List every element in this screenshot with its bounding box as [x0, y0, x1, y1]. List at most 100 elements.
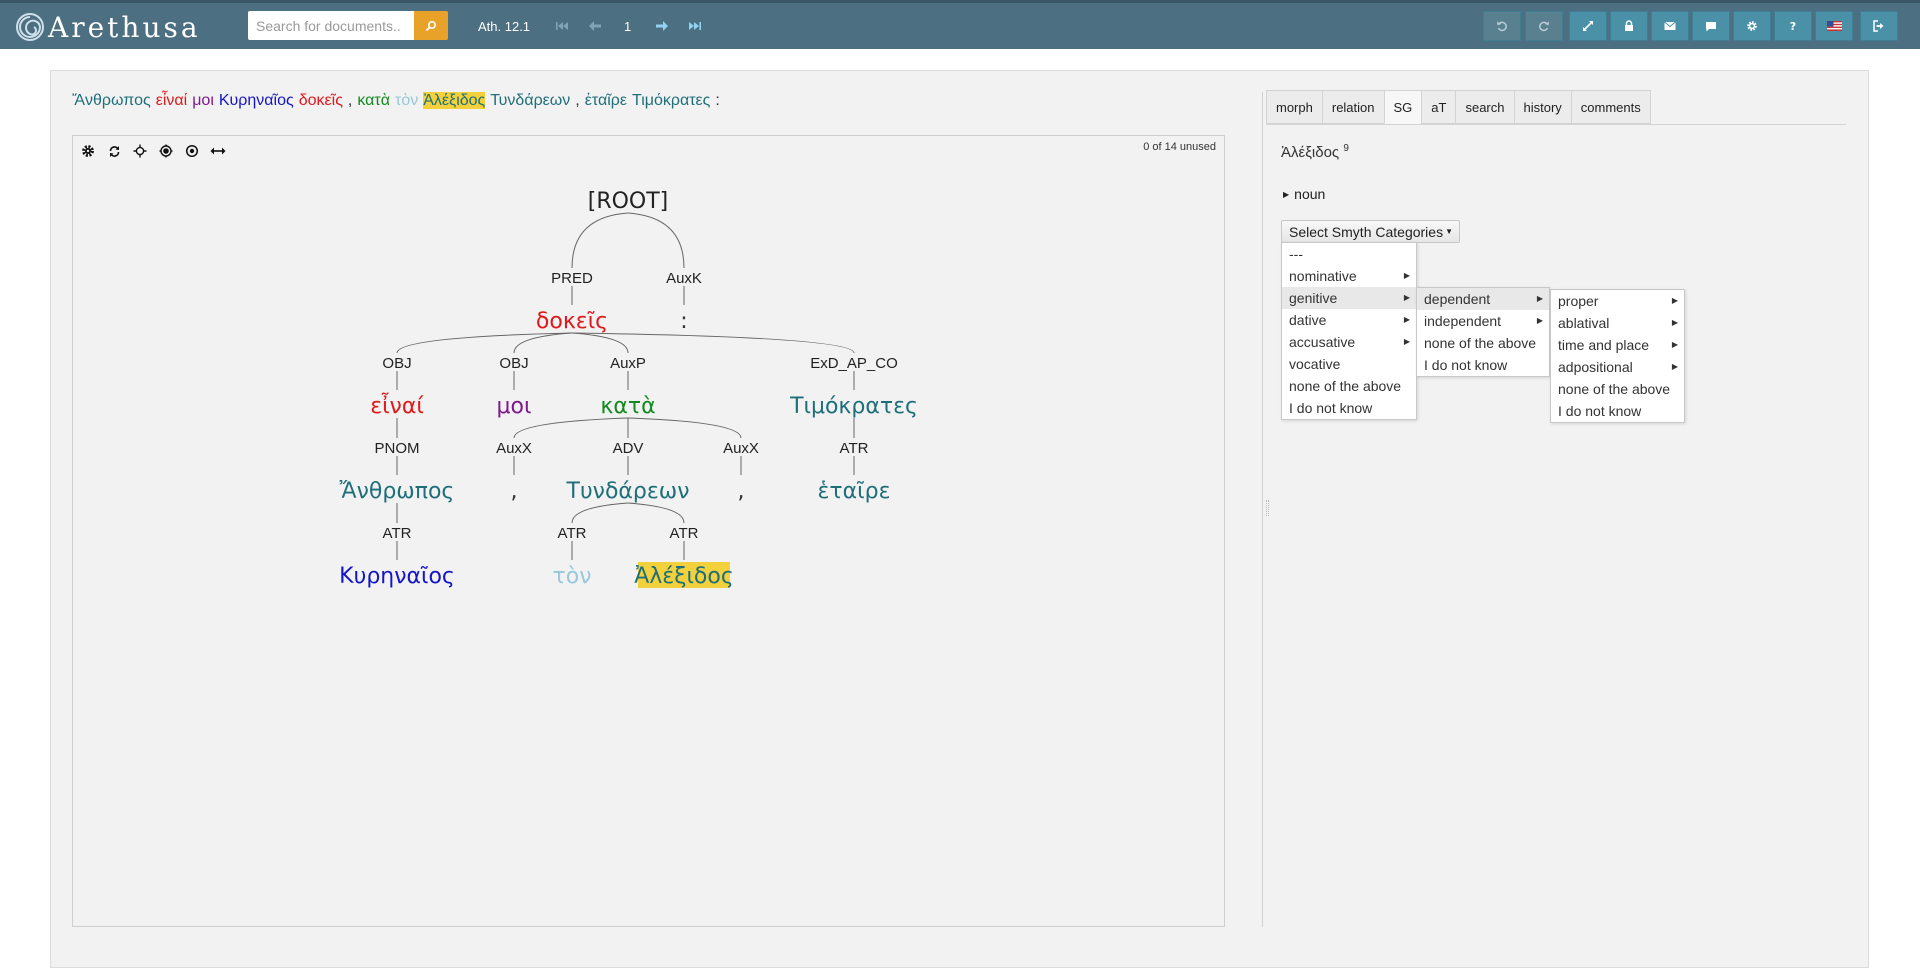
tree-relation-label[interactable]: OBJ	[382, 355, 411, 372]
tab-history[interactable]: history	[1513, 90, 1571, 124]
logo[interactable]: Arethusa	[14, 10, 201, 44]
language-button[interactable]	[1815, 11, 1853, 41]
dependency-tree-panel[interactable]: 0 of 14 unused [ROOT] PRED δοκεῖς AuxK: OBJ ε…	[72, 135, 1225, 927]
tree-node-word[interactable]: Ἀλέξιδος	[634, 564, 734, 589]
tree-relation-label[interactable]: AuxX	[723, 440, 759, 457]
tree-node-word[interactable]: :	[680, 309, 687, 334]
lock-button[interactable]	[1610, 11, 1648, 41]
sentence-word[interactable]: τὸν	[395, 92, 418, 109]
tree-relation-label[interactable]: ATR	[383, 525, 412, 542]
sentence-word[interactable]: ἑταῖρε	[585, 92, 627, 109]
tree-node-word[interactable]: Τυνδάρεων	[566, 479, 690, 504]
tab-relation[interactable]: relation	[1321, 90, 1384, 124]
tree-node-word[interactable]: μοι	[497, 394, 532, 419]
page-number[interactable]: 1	[624, 19, 631, 34]
sentence-word[interactable]: Ἀλέξιδος	[423, 92, 486, 109]
mail-button[interactable]	[1651, 11, 1689, 41]
smyth-menu-level-2: dependent ▶ independent ▶ none of the above I…	[1416, 287, 1550, 377]
tree-node-word[interactable]: τὸν	[553, 564, 592, 589]
menu-item[interactable]: dative ▶	[1282, 309, 1416, 331]
tab-morph[interactable]: morph	[1266, 90, 1322, 124]
gear-icon	[1747, 21, 1757, 31]
tree-relation-label[interactable]: ADV	[613, 440, 644, 457]
sentence-word[interactable]: μοι	[192, 92, 214, 109]
expand-button[interactable]	[1569, 11, 1607, 41]
tree-relation-label[interactable]: OBJ	[499, 355, 528, 372]
tree-relation-label[interactable]: ATR	[558, 525, 587, 542]
menu-item[interactable]: proper ▶	[1551, 290, 1684, 312]
smyth-menu-level-3: proper ▶ ablatival ▶ time and place ▶ adpositi…	[1550, 289, 1685, 423]
undo-icon	[1497, 21, 1507, 32]
sentence-word[interactable]: ,	[575, 92, 579, 109]
first-page-button[interactable]	[552, 16, 572, 36]
tree-node-word[interactable]: δοκεῖς	[536, 309, 608, 334]
sentence-word[interactable]: ,	[348, 92, 352, 109]
tree-relation-label[interactable]: AuxK	[666, 270, 702, 287]
menu-item[interactable]: ablatival ▶	[1551, 312, 1684, 334]
sentence-word[interactable]: Τιμόκρατες	[632, 92, 710, 109]
menu-item[interactable]: I do not know	[1551, 400, 1684, 422]
settings-button[interactable]	[1733, 11, 1771, 41]
tabs-underline	[1266, 124, 1846, 125]
menu-item[interactable]: I do not know	[1282, 397, 1416, 419]
top-bar: Arethusa Ath. 12.1 1 ?	[0, 0, 1920, 49]
tab-comments[interactable]: comments	[1570, 90, 1651, 124]
menu-item[interactable]: time and place ▶	[1551, 334, 1684, 356]
menu-item[interactable]: none of the above	[1417, 332, 1549, 354]
tree-relation-label[interactable]: ATR	[670, 525, 699, 542]
menu-item[interactable]: dependent ▶	[1417, 288, 1549, 310]
sentence-word[interactable]: :	[715, 92, 719, 109]
menu-item[interactable]: none of the above	[1551, 378, 1684, 400]
tree-node-word[interactable]: ,	[511, 479, 518, 504]
tree-node-word[interactable]: Κυρηναῖος	[339, 564, 455, 589]
sentence-word[interactable]: Τυνδάρεων	[490, 92, 570, 109]
menu-item[interactable]: nominative ▶	[1282, 265, 1416, 287]
tab-search[interactable]: search	[1455, 90, 1514, 124]
prev-page-button[interactable]	[585, 16, 605, 36]
tree-relation-label[interactable]: AuxX	[496, 440, 532, 457]
sentence-word[interactable]: κατὰ	[357, 92, 390, 109]
sentence-word[interactable]: δοκεῖς	[299, 92, 343, 109]
menu-item-label: ablatival	[1558, 315, 1610, 331]
tab-at[interactable]: aT	[1421, 90, 1456, 124]
menu-item[interactable]: accusative ▶	[1282, 331, 1416, 353]
tree-relation-label[interactable]: ExD_AP_CO	[810, 355, 898, 372]
menu-item[interactable]: independent ▶	[1417, 310, 1549, 332]
menu-item[interactable]: genitive ▶	[1282, 287, 1416, 309]
menu-item[interactable]: ---	[1282, 243, 1416, 265]
next-page-button[interactable]	[652, 16, 672, 36]
last-page-icon	[689, 22, 701, 30]
tree-node-word[interactable]: ,	[738, 479, 745, 504]
tree-node-word[interactable]: εἶναί	[370, 392, 424, 419]
search-input[interactable]	[248, 11, 414, 40]
tree-node-word[interactable]: Ἄνθρωπος	[340, 479, 455, 504]
tree-relation-label[interactable]: AuxP	[610, 355, 646, 372]
last-page-button[interactable]	[685, 16, 705, 36]
menu-item[interactable]: vocative	[1282, 353, 1416, 375]
resize-handle[interactable]	[1266, 500, 1269, 516]
sentence-word[interactable]: Κυρηναῖος	[219, 92, 294, 109]
tab-sg[interactable]: SG	[1383, 90, 1422, 124]
smyth-categories-select[interactable]: Select Smyth Categories ▼	[1281, 220, 1460, 243]
sentence-word[interactable]: εἶναί	[156, 92, 188, 109]
logout-button[interactable]	[1860, 11, 1898, 41]
help-button[interactable]: ?	[1774, 11, 1812, 41]
mail-icon	[1664, 21, 1676, 30]
tree-node-word[interactable]: κατὰ	[600, 394, 655, 419]
tree-relation-label[interactable]: PRED	[551, 270, 593, 287]
pos-toggle[interactable]: ▶ noun	[1283, 186, 1325, 202]
flag-icon	[1826, 21, 1842, 31]
menu-item[interactable]: none of the above	[1282, 375, 1416, 397]
menu-item[interactable]: I do not know	[1417, 354, 1549, 376]
sentence-word[interactable]: Ἄνθρωπος	[72, 92, 151, 109]
undo-button[interactable]	[1483, 11, 1521, 41]
comment-button[interactable]	[1692, 11, 1730, 41]
menu-item[interactable]: adpositional ▶	[1551, 356, 1684, 378]
redo-button[interactable]	[1525, 11, 1563, 41]
tree-relation-label[interactable]: PNOM	[375, 440, 420, 457]
tree-node-word[interactable]: [ROOT]	[588, 189, 669, 214]
search-button[interactable]	[414, 11, 448, 40]
tree-relation-label[interactable]: ATR	[840, 440, 869, 457]
tree-node-word[interactable]: Τιμόκρατες	[789, 394, 918, 419]
tree-node-word[interactable]: ἑταῖρε	[818, 479, 891, 504]
